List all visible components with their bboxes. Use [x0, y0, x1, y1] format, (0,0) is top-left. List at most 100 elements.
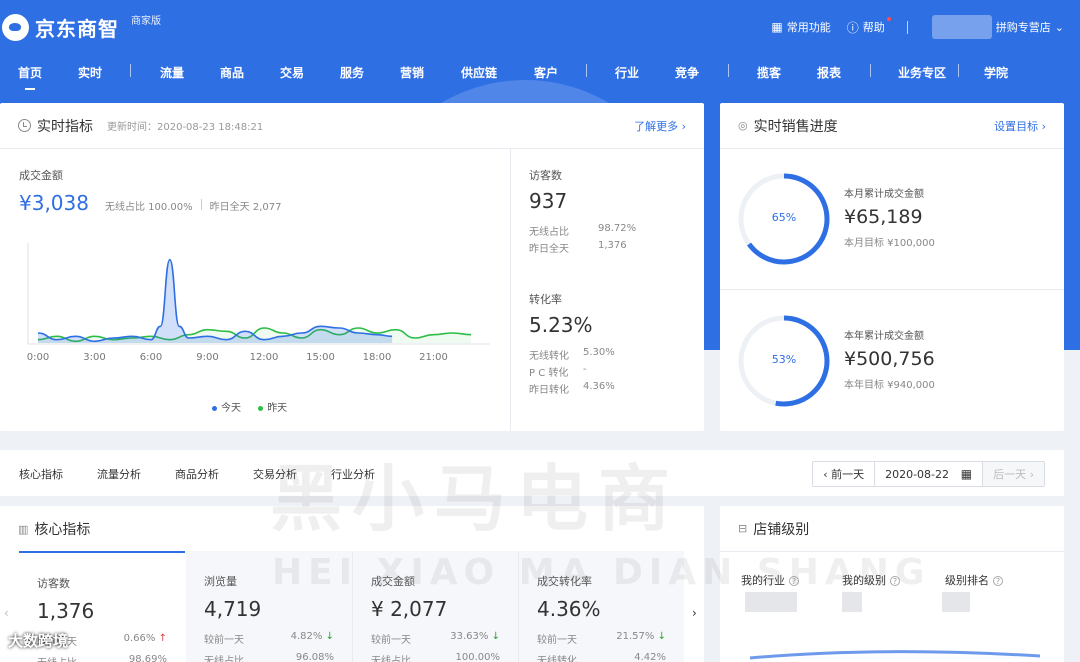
- visitors-label: 访客数: [529, 169, 562, 182]
- legend-today[interactable]: 今天: [212, 403, 241, 414]
- conversion-block: 转化率 5.23% 无线转化 5.30% P C 转化 - 昨日转化 4.36%: [529, 291, 689, 396]
- kpi-ratio-value: 100.00%: [455, 652, 501, 662]
- nav-reports[interactable]: 报表: [817, 64, 841, 81]
- chart-legend: 今天 昨天: [212, 399, 287, 414]
- kpi-ratio-value: 4.42%: [634, 652, 666, 662]
- core-metrics-header: ▥ 核心指标: [0, 506, 704, 552]
- year-info: 本年累计成交金额 ¥500,756 本年目标 ¥940,000: [844, 327, 935, 391]
- conversion-value: 5.23%: [529, 313, 593, 337]
- kpi-label: 成交金额: [371, 575, 415, 588]
- divider: [720, 289, 1064, 290]
- nav-acquire[interactable]: 揽客: [757, 64, 781, 81]
- analysis-tabs-bar: 核心指标 流量分析 商品分析 交易分析 行业分析 ‹ 前一天 2020-08-2…: [0, 450, 1064, 496]
- kpi-label: 访客数: [37, 577, 70, 590]
- legend-yesterday[interactable]: 昨天: [258, 403, 287, 414]
- nav-divider: [586, 64, 587, 77]
- nav-home[interactable]: 首页: [18, 64, 42, 90]
- nav-industry[interactable]: 行业: [615, 64, 639, 81]
- kpi-compare-value: 4.82%: [290, 631, 323, 642]
- nav-customers[interactable]: 客户: [534, 64, 558, 81]
- kpi-ratio-label: 无线占比: [204, 656, 244, 662]
- nav-realtime[interactable]: 实时: [78, 64, 102, 81]
- legend-today-swatch: [212, 405, 217, 411]
- tab-product-analysis[interactable]: 商品分析: [175, 466, 219, 482]
- conv-yday-label: 昨日转化: [529, 385, 569, 396]
- date-input[interactable]: 2020-08-22 ▦: [875, 462, 984, 486]
- nav-products[interactable]: 商品: [220, 64, 244, 81]
- realtime-trend-chart: 0:00 3:00 6:00 9:00 12:00 15:00 18:00 21:00: [27, 243, 490, 363]
- nav-supply-chain[interactable]: 供应链: [461, 64, 497, 81]
- level-rank-label: 级别排名: [945, 574, 989, 587]
- corner-watermark: 大数跨境: [8, 632, 69, 650]
- kpi-pageviews[interactable]: 浏览量 4,719 较前一天 4.82% ↓ 无线占比 96.08%: [186, 551, 352, 662]
- nav-traffic[interactable]: 流量: [160, 64, 184, 81]
- store-level-header: ⊟ 店铺级别: [720, 506, 1064, 552]
- realtime-card: 实时指标 更新时间：2020-08-23 18:48:21 了解更多 › 成交金…: [0, 103, 704, 431]
- kpi-value: ¥ 2,077: [371, 597, 448, 621]
- help-icon[interactable]: ?: [890, 576, 900, 586]
- store-name: 拼购专营店: [995, 21, 1051, 34]
- divider: [906, 20, 908, 34]
- rank-value-redacted: [942, 592, 970, 612]
- x-tick-label: 3:00: [83, 352, 105, 363]
- x-tick-label: 9:00: [196, 352, 218, 363]
- common-functions-label: 常用功能: [786, 21, 831, 34]
- tab-industry-analysis[interactable]: 行业分析: [331, 466, 375, 482]
- date-picker: ‹ 前一天 2020-08-22 ▦ 后一天 ›: [812, 461, 1045, 487]
- help-icon[interactable]: ?: [789, 576, 799, 586]
- legend-today-label: 今天: [221, 403, 241, 414]
- kpi-conversion[interactable]: 成交转化率 4.36% 较前一天 21.57% ↓ 无线转化 4.42%: [518, 551, 684, 662]
- tab-traffic-analysis[interactable]: 流量分析: [97, 466, 141, 482]
- gmv-yesterday-total: 昨日全天 2,077: [209, 202, 282, 213]
- avatar[interactable]: [931, 15, 992, 39]
- sales-progress-card: ◎ 实时销售进度 设置目标 › 65% 本月累计成交金额 ¥65,189 本月目…: [720, 103, 1064, 431]
- conversion-label: 转化率: [529, 293, 562, 306]
- visitors-yday-value: 1,376: [598, 240, 627, 251]
- calendar-icon: ▦: [960, 467, 973, 481]
- store-level-card: ⊟ 店铺级别 我的行业? 我的级别? 级别排名?: [720, 506, 1064, 662]
- core-metrics-card: ▥ 核心指标 ‹ › 访客数 1,376 较前一天 0.66% ↑ 无线占比 98.…: [0, 506, 704, 662]
- store-switcher[interactable]: 拼购专营店 ⌄: [996, 19, 1064, 35]
- nav-business-zone[interactable]: 业务专区: [898, 64, 946, 81]
- help-button[interactable]: ⓘ 帮助: [847, 16, 891, 36]
- common-functions-button[interactable]: ▦ 常用功能: [771, 19, 830, 35]
- month-progress-ring: 65%: [736, 171, 832, 270]
- nav-competition[interactable]: 竞争: [675, 64, 699, 81]
- learn-more-link[interactable]: 了解更多 ›: [634, 118, 686, 134]
- gmv-label: 成交金额: [19, 169, 63, 182]
- arrow-down-icon: ↓: [491, 631, 500, 642]
- main-nav: 首页 实时 流量 商品 交易 服务 营销 供应链 客户 行业 竞争 揽客 报表 …: [0, 54, 1080, 90]
- kpi-compare-label: 较前一天: [204, 635, 244, 646]
- nav-service[interactable]: 服务: [340, 64, 364, 81]
- set-goal-link[interactable]: 设置目标 ›: [994, 118, 1046, 134]
- kpi-compare-value: 33.63%: [450, 631, 489, 642]
- brand-logo[interactable]: 京东商智 商家版: [2, 13, 161, 42]
- store-level-title: 店铺级别: [753, 521, 810, 538]
- nav-academy[interactable]: 学院: [984, 64, 1008, 81]
- gmv-value: ¥3,038: [19, 191, 89, 215]
- update-time: 更新时间：2020-08-23 18:48:21: [107, 122, 264, 133]
- kpi-ratio-value: 98.69%: [128, 654, 167, 662]
- scroll-right-icon[interactable]: ›: [692, 606, 697, 620]
- my-industry: 我的行业?: [741, 572, 799, 588]
- nav-marketing[interactable]: 营销: [400, 64, 424, 81]
- my-level: 我的级别?: [842, 572, 900, 588]
- nav-trade[interactable]: 交易: [280, 64, 304, 81]
- tab-core-metrics[interactable]: 核心指标: [19, 466, 63, 482]
- kpi-compare-value: 21.57%: [616, 631, 655, 642]
- kpi-gmv[interactable]: 成交金额 ¥ 2,077 较前一天 33.63% ↓ 无线占比 100.00%: [352, 551, 518, 662]
- next-day-button[interactable]: 后一天 ›: [983, 462, 1044, 486]
- date-value: 2020-08-22: [885, 467, 950, 481]
- scroll-left-icon[interactable]: ‹: [4, 606, 9, 620]
- edition-label: 商家版: [131, 15, 161, 27]
- help-icon[interactable]: ?: [993, 576, 1003, 586]
- conv-pc-value: -: [583, 364, 587, 375]
- prev-day-button[interactable]: ‹ 前一天: [813, 462, 876, 486]
- level-value-redacted: [842, 592, 862, 612]
- arrow-down-icon: ↓: [325, 631, 334, 642]
- tab-trade-analysis[interactable]: 交易分析: [253, 466, 297, 482]
- visitors-value: 937: [529, 189, 568, 213]
- brand-name: 京东商智: [35, 16, 119, 41]
- help-label: 帮助: [862, 21, 885, 34]
- x-tick-label: 15:00: [306, 352, 335, 363]
